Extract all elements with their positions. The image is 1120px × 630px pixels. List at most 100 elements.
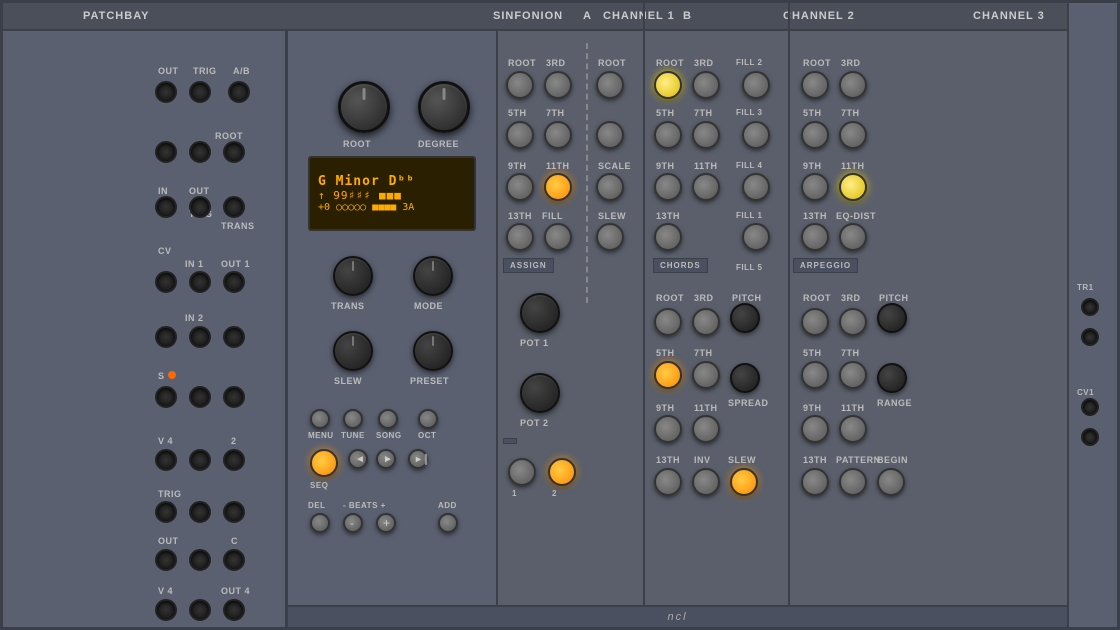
- jack-trig5[interactable]: [189, 501, 211, 523]
- gate1-btn[interactable]: [508, 458, 536, 486]
- ch-11th-pad[interactable]: [692, 415, 720, 443]
- slew-knob[interactable]: [333, 331, 373, 371]
- ch1a-root-pad[interactable]: [506, 71, 534, 99]
- jack-v4c[interactable]: [155, 599, 177, 621]
- ch2-9th-pad[interactable]: [654, 173, 682, 201]
- plus-btn[interactable]: +: [376, 513, 396, 533]
- arp-13th-pad[interactable]: [801, 468, 829, 496]
- preset-knob[interactable]: [413, 331, 453, 371]
- song-btn[interactable]: [378, 409, 398, 429]
- pitch-knob[interactable]: [730, 303, 760, 333]
- jack-out3[interactable]: [155, 549, 177, 571]
- fill3-pad[interactable]: [742, 121, 770, 149]
- fill1-pad[interactable]: [742, 223, 770, 251]
- jack-trig6[interactable]: [223, 501, 245, 523]
- trans-knob[interactable]: [333, 256, 373, 296]
- spread-knob[interactable]: [730, 363, 760, 393]
- ch1b-root-pad[interactable]: [596, 71, 624, 99]
- jack-c[interactable]: [223, 549, 245, 571]
- ch1a-11th-pad-lit[interactable]: [544, 173, 572, 201]
- arp-9th-pad[interactable]: [801, 415, 829, 443]
- ch1b-slew-pad[interactable]: [596, 223, 624, 251]
- jack-out1[interactable]: [155, 81, 177, 103]
- ch1a-5th-pad[interactable]: [506, 121, 534, 149]
- ch-5th-pad-lit[interactable]: [654, 361, 682, 389]
- cv1-jack[interactable]: [1081, 398, 1099, 416]
- arp-pitch-knob[interactable]: [877, 303, 907, 333]
- jack-v4b[interactable]: [189, 449, 211, 471]
- ch2-5th-pad[interactable]: [654, 121, 682, 149]
- jack-in1a[interactable]: [189, 271, 211, 293]
- ch1b-5th-pad[interactable]: [596, 121, 624, 149]
- arp-3rd-pad[interactable]: [839, 308, 867, 336]
- pot1-knob[interactable]: [520, 293, 560, 333]
- jack-trig1[interactable]: [189, 81, 211, 103]
- ch1a-3rd-pad[interactable]: [544, 71, 572, 99]
- arrow-right-btn[interactable]: ►: [376, 449, 396, 469]
- ch3-5th-pad[interactable]: [801, 121, 829, 149]
- jack-v4d[interactable]: [189, 599, 211, 621]
- pot2-knob[interactable]: [520, 373, 560, 413]
- ch3-3rd-pad[interactable]: [839, 71, 867, 99]
- jack-trans[interactable]: [223, 196, 245, 218]
- jack-cv2[interactable]: [155, 326, 177, 348]
- jack-out1a[interactable]: [223, 271, 245, 293]
- tr1-jack2[interactable]: [1081, 328, 1099, 346]
- ch-9th-pad[interactable]: [654, 415, 682, 443]
- jack-s1[interactable]: [155, 386, 177, 408]
- ch1a-7th-pad[interactable]: [544, 121, 572, 149]
- arp-pattern-pad[interactable]: [839, 468, 867, 496]
- jack-out2a[interactable]: [223, 326, 245, 348]
- ch3-7th-pad[interactable]: [839, 121, 867, 149]
- jack-in1[interactable]: [155, 196, 177, 218]
- ch1a-fill-pad[interactable]: [544, 223, 572, 251]
- arp-range-knob[interactable]: [877, 363, 907, 393]
- cv1-jack2[interactable]: [1081, 428, 1099, 446]
- arrow-left-btn[interactable]: ◄: [348, 449, 368, 469]
- degree-knob[interactable]: [418, 81, 470, 133]
- ch1a-9th-pad[interactable]: [506, 173, 534, 201]
- seq-btn[interactable]: [310, 449, 338, 477]
- jack-trig4[interactable]: [155, 501, 177, 523]
- jack-out4[interactable]: [189, 549, 211, 571]
- ch-7th-pad[interactable]: [692, 361, 720, 389]
- ch3-9th-pad[interactable]: [801, 173, 829, 201]
- ch2-3rd-pad[interactable]: [692, 71, 720, 99]
- jack-in2[interactable]: [189, 326, 211, 348]
- ch1a-13th-pad[interactable]: [506, 223, 534, 251]
- jack-s3[interactable]: [223, 386, 245, 408]
- add-btn[interactable]: [438, 513, 458, 533]
- tune-btn[interactable]: [343, 409, 363, 429]
- jack-trig2[interactable]: [189, 141, 211, 163]
- tr1-jack[interactable]: [1081, 298, 1099, 316]
- ch-3rd-pad[interactable]: [692, 308, 720, 336]
- ch-slew-pad-lit[interactable]: [730, 468, 758, 496]
- ch2-root-pad-lit[interactable]: [654, 71, 682, 99]
- ch3-13th-pad[interactable]: [801, 223, 829, 251]
- ch-root-pad[interactable]: [654, 308, 682, 336]
- ch3-eqdist-pad[interactable]: [839, 223, 867, 251]
- jack-2[interactable]: [223, 449, 245, 471]
- jack-root-patch[interactable]: [223, 141, 245, 163]
- arp-root-pad[interactable]: [801, 308, 829, 336]
- ch-inv-pad[interactable]: [692, 468, 720, 496]
- jack-s2[interactable]: [189, 386, 211, 408]
- arp-begin-pad[interactable]: [877, 468, 905, 496]
- jack-cv[interactable]: [155, 271, 177, 293]
- arp-5th-pad[interactable]: [801, 361, 829, 389]
- ch2-11th-pad[interactable]: [692, 173, 720, 201]
- jack-out2[interactable]: [155, 141, 177, 163]
- ch3-root-pad[interactable]: [801, 71, 829, 99]
- ch2-7th-pad[interactable]: [692, 121, 720, 149]
- ch2-13th-pad[interactable]: [654, 223, 682, 251]
- jack-trig3[interactable]: [189, 196, 211, 218]
- play-btn[interactable]: ►║: [408, 449, 428, 469]
- arp-11th-pad[interactable]: [839, 415, 867, 443]
- ch3-11th-pad-lit[interactable]: [839, 173, 867, 201]
- oct-btn[interactable]: [418, 409, 438, 429]
- gate2-btn-lit[interactable]: [548, 458, 576, 486]
- del-btn[interactable]: [310, 513, 330, 533]
- minus-btn[interactable]: -: [343, 513, 363, 533]
- mode-knob[interactable]: [413, 256, 453, 296]
- jack-v4[interactable]: [155, 449, 177, 471]
